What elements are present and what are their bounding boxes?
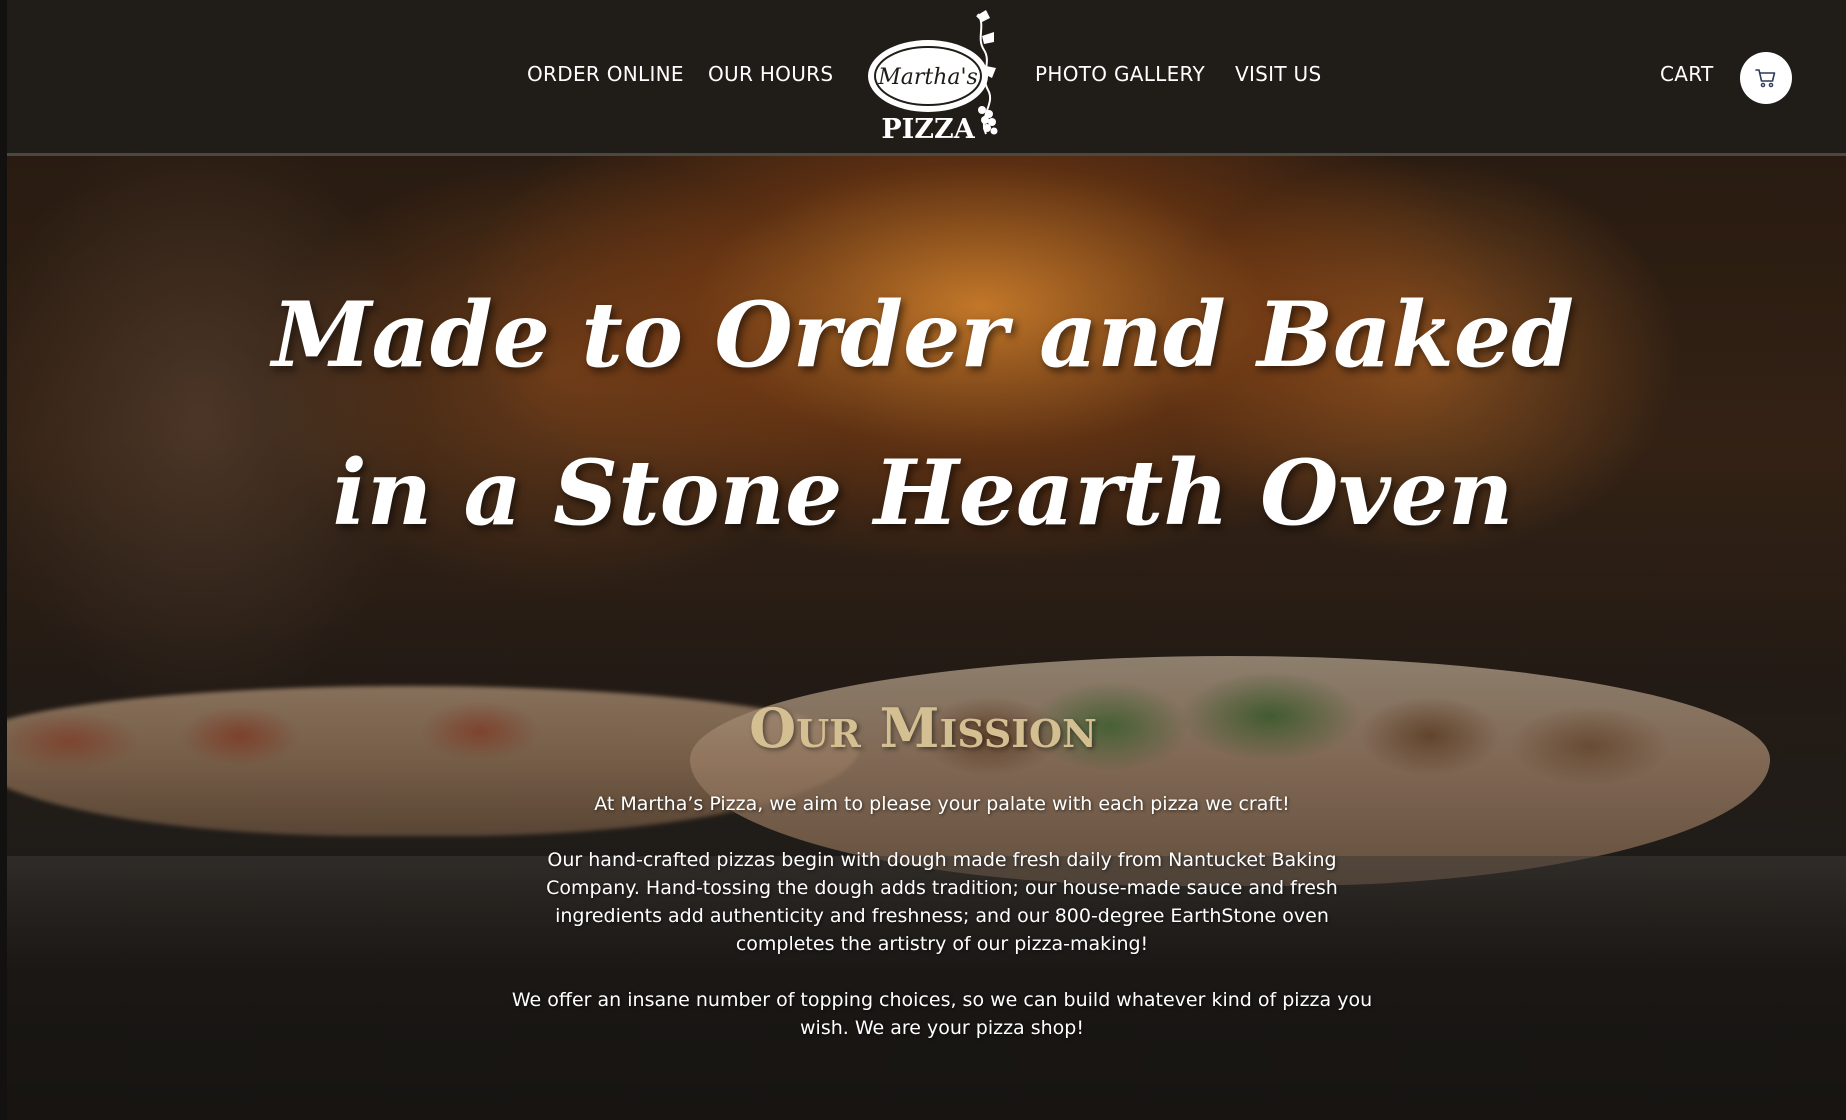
nav-our-hours[interactable]: OUR HOURS [708,62,833,86]
cart-icon [1755,69,1776,88]
hero-title: Made to Order and Baked in a Stone Heart… [0,256,1846,572]
page: ORDER ONLINE OUR HOURS Martha's PIZZA PH… [0,0,1846,1120]
mission-paragraph-2: Our hand-crafted pizzas begin with dough… [546,849,1338,955]
nav-cart-link[interactable]: CART [1660,62,1714,86]
logo-pizza-text: PIZZA [881,114,975,145]
hero-section: Made to Order and Baked in a Stone Heart… [0,156,1846,1120]
left-edge-strip [0,0,7,1120]
logo-graphic: Martha's PIZZA [868,10,998,145]
marthas-pizza-logo[interactable]: Martha's PIZZA [858,6,1014,150]
nav-photo-gallery[interactable]: PHOTO GALLERY [1035,62,1205,86]
hero-title-line-1: Made to Order and Baked [271,282,1575,388]
mission-title: Our Mission [749,696,1097,760]
site-header: ORDER ONLINE OUR HOURS Martha's PIZZA PH… [0,0,1846,156]
nav-visit-us[interactable]: VISIT US [1235,62,1321,86]
nav-order-online[interactable]: ORDER ONLINE [527,62,684,86]
mission-text: At Martha’s Pizza, we aim to please your… [510,790,1374,1070]
logo-script-text: Martha's [877,65,978,90]
mission-paragraph-3: We offer an insane number of topping cho… [511,989,1373,1039]
hero-title-line-2: in a Stone Hearth Oven [332,440,1514,546]
cart-button[interactable] [1740,52,1792,104]
mission-paragraph-1: At Martha’s Pizza, we aim to please your… [594,793,1290,815]
